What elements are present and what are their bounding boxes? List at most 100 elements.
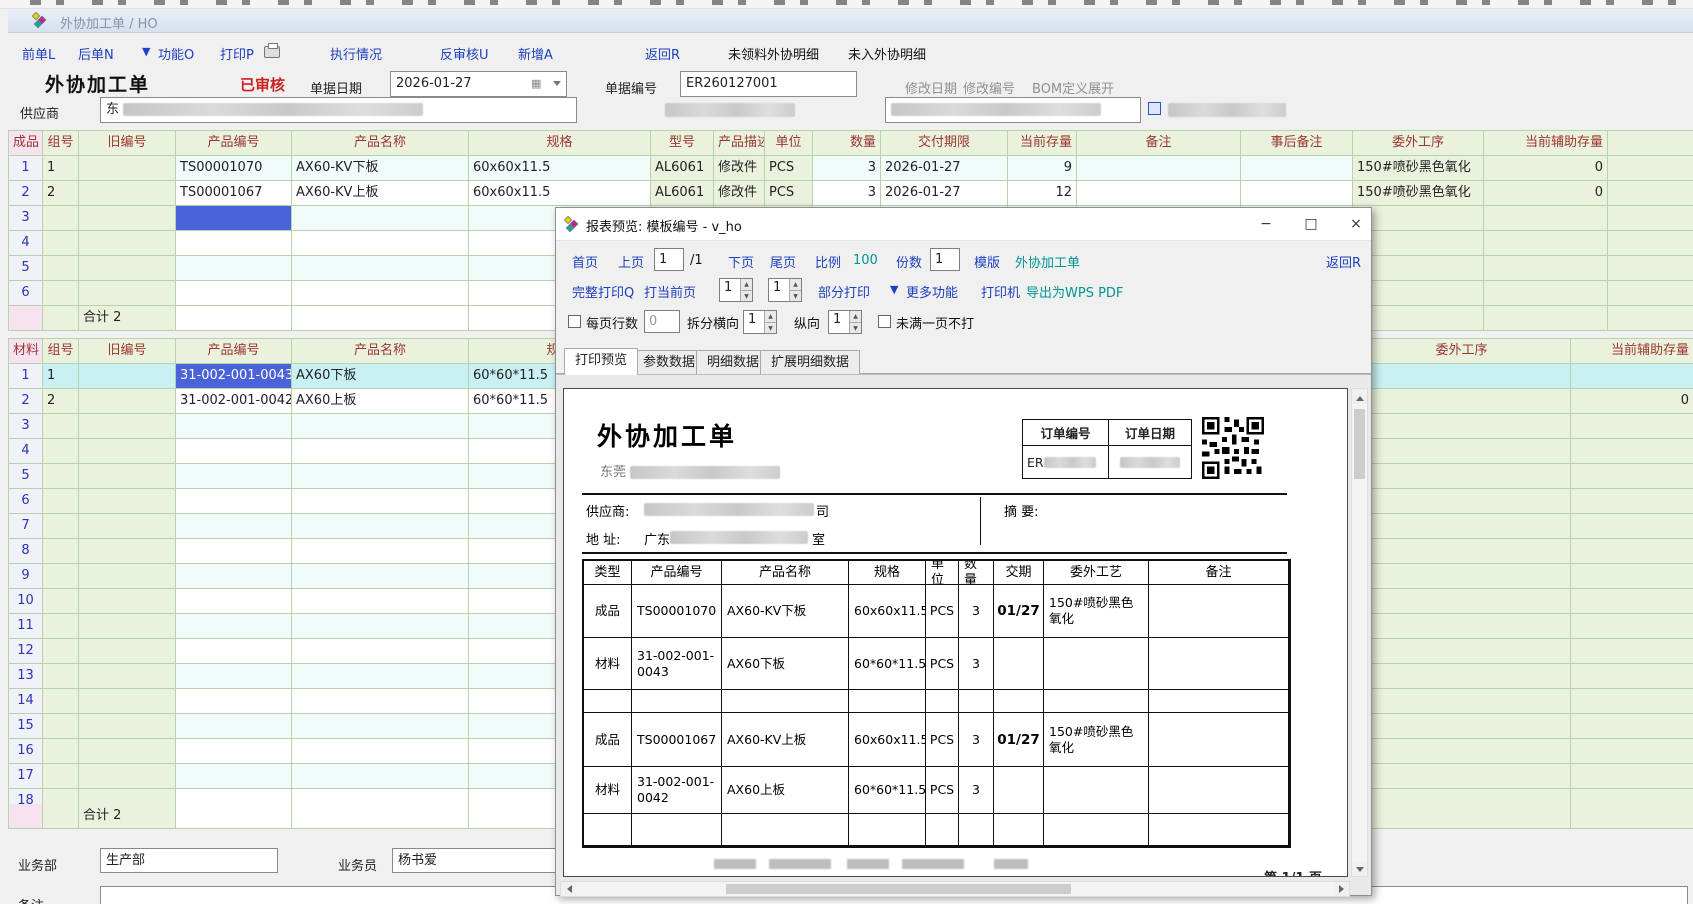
grid-cell[interactable]: 12 bbox=[1008, 181, 1077, 206]
no-full-page-checkbox[interactable] bbox=[878, 315, 891, 328]
return-button[interactable]: 返回R bbox=[645, 44, 680, 63]
grid-cell[interactable] bbox=[1571, 739, 1693, 764]
grid-cell[interactable] bbox=[1571, 464, 1693, 489]
close-button[interactable]: × bbox=[1341, 212, 1371, 236]
column-header[interactable]: 数量 bbox=[813, 131, 881, 156]
grid-cell[interactable] bbox=[176, 614, 292, 639]
row-number[interactable]: 6 bbox=[9, 281, 43, 306]
grid-cell[interactable] bbox=[43, 739, 79, 764]
grid-cell[interactable]: 2 bbox=[43, 181, 79, 206]
grid-cell[interactable] bbox=[1353, 764, 1571, 789]
grid-cell[interactable] bbox=[79, 764, 176, 789]
grid-cell[interactable]: 60x60x11.5 bbox=[469, 156, 651, 181]
grid-cell[interactable] bbox=[43, 281, 79, 306]
grid-cell[interactable] bbox=[176, 564, 292, 589]
grid-cell[interactable] bbox=[176, 464, 292, 489]
grid-cell[interactable] bbox=[1353, 256, 1484, 281]
grid-cell[interactable] bbox=[1484, 206, 1608, 231]
grid-cell[interactable] bbox=[1077, 181, 1241, 206]
grid-cell[interactable] bbox=[79, 589, 176, 614]
grid-cell[interactable] bbox=[292, 689, 469, 714]
grid-cell[interactable] bbox=[79, 689, 176, 714]
grid-cell[interactable]: PCS bbox=[765, 181, 813, 206]
grid-cell[interactable]: 150#喷砂黑色氧化 bbox=[1353, 156, 1484, 181]
grid-cell[interactable]: 0 bbox=[1484, 156, 1608, 181]
grid-cell[interactable] bbox=[176, 206, 292, 231]
grid-cell[interactable] bbox=[292, 464, 469, 489]
grid-cell[interactable]: 修改件 bbox=[714, 181, 765, 206]
grid-cell[interactable]: 1 bbox=[43, 156, 79, 181]
grid-cell[interactable]: 31-002-001-0043 bbox=[176, 364, 292, 389]
row-number[interactable]: 9 bbox=[9, 564, 43, 589]
unreceived-detail-button[interactable]: 未入外协明细 bbox=[848, 44, 926, 63]
grid-cell[interactable] bbox=[79, 181, 176, 206]
grid-cell[interactable]: 3 bbox=[813, 181, 881, 206]
next-page-button[interactable]: 下页 bbox=[728, 252, 754, 271]
grid-cell[interactable] bbox=[176, 231, 292, 256]
grid-cell[interactable] bbox=[1353, 639, 1571, 664]
page-number-input[interactable] bbox=[654, 248, 684, 271]
grid-cell[interactable] bbox=[1353, 514, 1571, 539]
grid-cell[interactable] bbox=[1484, 231, 1608, 256]
rows-per-page-checkbox[interactable] bbox=[568, 315, 581, 328]
grid-cell[interactable]: 2026-01-27 bbox=[881, 156, 1008, 181]
grid-cell[interactable] bbox=[176, 789, 292, 804]
horizontal-scrollbar[interactable] bbox=[560, 881, 1350, 897]
grid-cell[interactable] bbox=[79, 514, 176, 539]
grid-cell[interactable] bbox=[43, 206, 79, 231]
grid-cell[interactable] bbox=[79, 281, 176, 306]
grid-cell[interactable] bbox=[43, 714, 79, 739]
spin-down-icon[interactable]: ▼ bbox=[789, 290, 801, 301]
column-header[interactable]: 产品描述 bbox=[714, 131, 765, 156]
spin-down-icon[interactable]: ▼ bbox=[764, 322, 776, 333]
grid-cell[interactable] bbox=[1353, 489, 1571, 514]
grid-cell[interactable] bbox=[292, 206, 469, 231]
grid-cell[interactable]: 0 bbox=[1484, 181, 1608, 206]
grid-cell[interactable] bbox=[1571, 639, 1693, 664]
total-row-cell[interactable] bbox=[1571, 804, 1693, 829]
grid-cell[interactable] bbox=[43, 539, 79, 564]
column-header[interactable]: 组号 bbox=[43, 339, 79, 364]
total-row-cell[interactable] bbox=[176, 804, 292, 829]
row-number[interactable]: 1 bbox=[9, 156, 43, 181]
supplier-input[interactable]: 东 bbox=[100, 97, 577, 123]
total-row-cell[interactable] bbox=[1484, 306, 1608, 331]
grid-cell[interactable] bbox=[43, 231, 79, 256]
grid-cell[interactable] bbox=[1353, 564, 1571, 589]
total-row-cell[interactable] bbox=[292, 804, 469, 829]
grid-cell[interactable] bbox=[1571, 539, 1693, 564]
next-doc-button[interactable]: 后单N bbox=[78, 44, 114, 63]
dialog-return-button[interactable]: 返回R bbox=[1326, 252, 1361, 271]
grid-cell[interactable] bbox=[43, 789, 79, 804]
print-from-spinner[interactable]: 1 ▲ ▼ bbox=[719, 278, 753, 302]
date-dropdown-icon[interactable] bbox=[553, 81, 561, 90]
grid-cell[interactable] bbox=[292, 589, 469, 614]
row-number[interactable]: 7 bbox=[9, 514, 43, 539]
column-header[interactable]: 组号 bbox=[43, 131, 79, 156]
grid-cell[interactable] bbox=[292, 439, 469, 464]
scale-button[interactable]: 比例 bbox=[815, 252, 841, 271]
grid-cell[interactable] bbox=[43, 614, 79, 639]
grid-cell[interactable] bbox=[176, 539, 292, 564]
grid-cell[interactable] bbox=[292, 281, 469, 306]
print-current-button[interactable]: 打当前页 bbox=[644, 282, 696, 301]
total-row-cell[interactable] bbox=[292, 306, 469, 331]
grid-cell[interactable] bbox=[79, 389, 176, 414]
grid-cell[interactable] bbox=[79, 664, 176, 689]
grid-cell[interactable] bbox=[1571, 714, 1693, 739]
grid-cell[interactable] bbox=[43, 256, 79, 281]
grid-cell[interactable] bbox=[1353, 539, 1571, 564]
row-number[interactable]: 5 bbox=[9, 256, 43, 281]
grid-cell[interactable]: 31-002-001-0042 bbox=[176, 389, 292, 414]
spin-down-icon[interactable]: ▼ bbox=[740, 290, 752, 301]
grid-cell[interactable] bbox=[1608, 156, 1693, 181]
dept-input[interactable]: 生产部 bbox=[100, 848, 278, 873]
total-row-cell[interactable]: 合计 2 bbox=[79, 306, 176, 331]
grid-cell[interactable] bbox=[79, 639, 176, 664]
grid-cell[interactable] bbox=[176, 764, 292, 789]
flag-checkbox[interactable] bbox=[1148, 102, 1161, 115]
grid-cell[interactable] bbox=[1353, 439, 1571, 464]
doc-date-input[interactable]: 2026-01-27 ▦ bbox=[390, 71, 567, 97]
column-header[interactable]: 材料 bbox=[9, 339, 43, 364]
grid-cell[interactable] bbox=[176, 714, 292, 739]
